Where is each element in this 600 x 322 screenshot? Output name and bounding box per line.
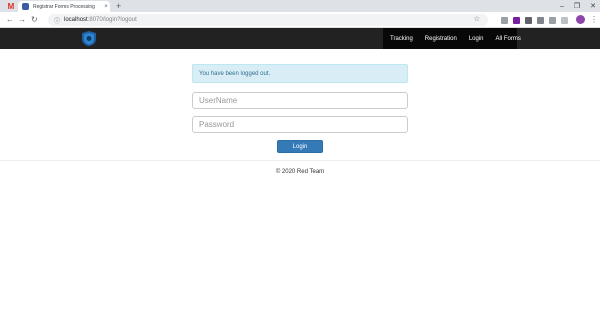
app-favicon bbox=[22, 3, 29, 10]
browser-menu-icon[interactable]: ⋮ bbox=[590, 14, 598, 26]
logout-alert: You have been logged out. bbox=[192, 64, 408, 83]
url-host: localhost bbox=[64, 17, 88, 23]
bookmark-star-icon[interactable]: ☆ bbox=[474, 15, 480, 23]
browser-tab-active[interactable]: Registrar Forms Processing × bbox=[18, 1, 110, 12]
navbar-menu: Tracking Registration Login All Forms bbox=[383, 28, 521, 49]
nav-link-tracking[interactable]: Tracking bbox=[383, 36, 419, 42]
address-bar[interactable]: ⓘ localhost:8070/login?logout ☆ bbox=[48, 14, 488, 26]
footer-copyright: © 2020 Red Team bbox=[275, 169, 325, 175]
forward-icon[interactable]: → bbox=[18, 14, 26, 26]
password-input[interactable] bbox=[192, 116, 408, 133]
gmail-tab[interactable]: M bbox=[4, 1, 18, 12]
browser-tab-strip: M Registrar Forms Processing × + – ❐ ✕ bbox=[0, 0, 600, 12]
extension-icon[interactable] bbox=[513, 17, 520, 24]
site-info-icon[interactable]: ⓘ bbox=[54, 16, 60, 25]
gmail-icon: M bbox=[7, 1, 15, 11]
nav-link-all-forms[interactable]: All Forms bbox=[490, 36, 527, 42]
window-controls: – ❐ ✕ bbox=[560, 0, 596, 12]
reload-icon[interactable]: ↻ bbox=[31, 14, 38, 26]
username-input[interactable] bbox=[192, 92, 408, 109]
login-button[interactable]: Login bbox=[277, 140, 323, 153]
url-path: :8070/login?logout bbox=[87, 17, 137, 23]
extension-icon[interactable] bbox=[537, 17, 544, 24]
nav-link-registration[interactable]: Registration bbox=[419, 36, 463, 42]
new-tab-button[interactable]: + bbox=[116, 1, 121, 11]
extension-icon[interactable] bbox=[501, 17, 508, 24]
footer-divider bbox=[0, 160, 600, 161]
minimize-icon[interactable]: – bbox=[560, 3, 564, 10]
browser-toolbar: ← → ↻ ⓘ localhost:8070/login?logout ☆ ⋮ bbox=[0, 12, 600, 28]
tab-close-icon[interactable]: × bbox=[102, 4, 110, 10]
extension-icon[interactable] bbox=[561, 17, 568, 24]
close-window-icon[interactable]: ✕ bbox=[590, 2, 596, 10]
nav-link-login[interactable]: Login bbox=[463, 36, 490, 42]
tab-title: Registrar Forms Processing bbox=[33, 3, 95, 10]
profile-avatar[interactable] bbox=[576, 15, 585, 24]
site-logo-icon[interactable] bbox=[80, 30, 98, 47]
back-icon[interactable]: ← bbox=[6, 14, 14, 26]
maximize-icon[interactable]: ❐ bbox=[574, 2, 580, 10]
extension-icon[interactable] bbox=[525, 17, 532, 24]
extension-puzzle-icon[interactable] bbox=[549, 17, 556, 24]
